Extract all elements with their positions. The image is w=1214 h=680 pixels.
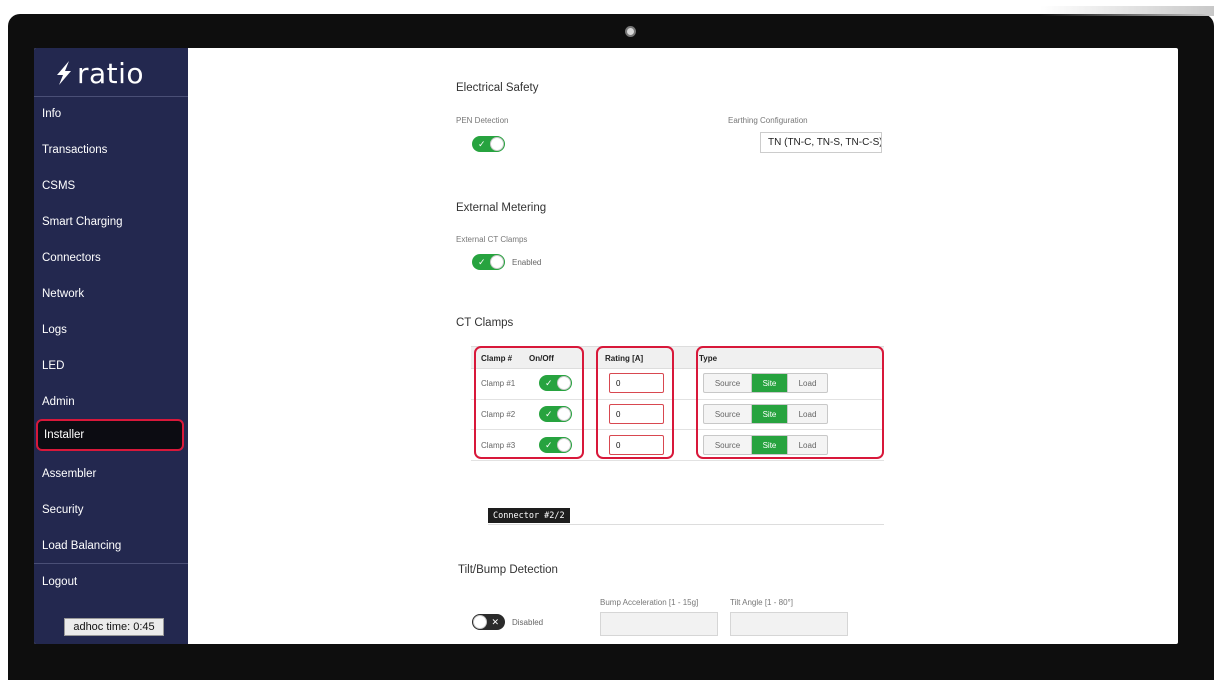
- bump-acceleration-input[interactable]: [600, 612, 718, 636]
- sidebar-item-network[interactable]: Network: [34, 278, 188, 310]
- sidebar-item-led[interactable]: LED: [34, 350, 188, 382]
- sidebar-divider: [34, 563, 188, 564]
- external-ct-clamps-state: Enabled: [512, 258, 542, 267]
- connector-header: Connector #2/2: [488, 508, 884, 525]
- screen: ratio Info Transactions CSMS Smart Charg…: [34, 48, 1178, 644]
- adhoc-time-badge: adhoc time: 0:45: [64, 618, 164, 636]
- external-ct-clamps-toggle[interactable]: ✓: [472, 254, 505, 270]
- sidebar-item-csms[interactable]: CSMS: [34, 170, 188, 202]
- sidebar-item-admin[interactable]: Admin: [34, 386, 188, 418]
- tilt-bump-state: Disabled: [512, 618, 544, 627]
- sidebar-item-connectors[interactable]: Connectors: [34, 242, 188, 274]
- bolt-icon: [57, 61, 71, 85]
- sidebar-item-load-balancing[interactable]: Load Balancing: [34, 530, 188, 562]
- sidebar-item-info[interactable]: Info: [34, 98, 188, 130]
- x-icon: ✕: [491, 617, 499, 627]
- row-divider: [471, 460, 884, 461]
- logo-text: ratio: [77, 56, 145, 90]
- bump-acceleration-label: Bump Acceleration [1 - 15g]: [600, 598, 699, 607]
- connector-label: Connector #2/2: [488, 508, 570, 523]
- highlight-clamp-onoff: [474, 346, 584, 459]
- section-title-external-metering: External Metering: [456, 202, 547, 214]
- webcam-dot: [625, 26, 636, 37]
- earthing-configuration-select[interactable]: TN (TN-C, TN-S, TN-C-S): [760, 132, 882, 153]
- sidebar-item-installer[interactable]: Installer: [36, 419, 184, 451]
- check-icon: ✓: [478, 257, 486, 267]
- sidebar-divider: [34, 96, 188, 97]
- sidebar-item-assembler[interactable]: Assembler: [34, 458, 188, 490]
- logo[interactable]: ratio: [54, 56, 144, 90]
- section-title-tilt-bump: Tilt/Bump Detection: [458, 564, 558, 576]
- sidebar: ratio Info Transactions CSMS Smart Charg…: [34, 48, 188, 644]
- tilt-angle-label: Tilt Angle [1 - 80°]: [730, 598, 793, 607]
- sidebar-item-logout[interactable]: Logout: [34, 566, 188, 598]
- sidebar-item-transactions[interactable]: Transactions: [34, 134, 188, 166]
- pen-detection-toggle[interactable]: ✓: [472, 136, 505, 152]
- section-title-ct-clamps: CT Clamps: [456, 317, 514, 329]
- toggle-knob: [473, 615, 487, 629]
- sidebar-item-smart-charging[interactable]: Smart Charging: [34, 206, 188, 238]
- toggle-knob: [490, 255, 504, 269]
- main-content: Electrical Safety PEN Detection ✓ Earthi…: [188, 48, 1178, 644]
- sidebar-item-security[interactable]: Security: [34, 494, 188, 526]
- highlight-rating: [596, 346, 674, 459]
- tilt-bump-toggle[interactable]: ✕: [472, 614, 505, 630]
- check-icon: ✓: [478, 139, 486, 149]
- sidebar-item-logs[interactable]: Logs: [34, 314, 188, 346]
- tilt-angle-input[interactable]: [730, 612, 848, 636]
- external-ct-clamps-label: External CT Clamps: [456, 235, 528, 244]
- highlight-type: [696, 346, 884, 459]
- earthing-configuration-label: Earthing Configuration: [728, 116, 808, 125]
- bezel-highlight: [1040, 6, 1214, 16]
- toggle-knob: [490, 137, 504, 151]
- section-title-electrical-safety: Electrical Safety: [456, 82, 539, 94]
- pen-detection-label: PEN Detection: [456, 116, 509, 125]
